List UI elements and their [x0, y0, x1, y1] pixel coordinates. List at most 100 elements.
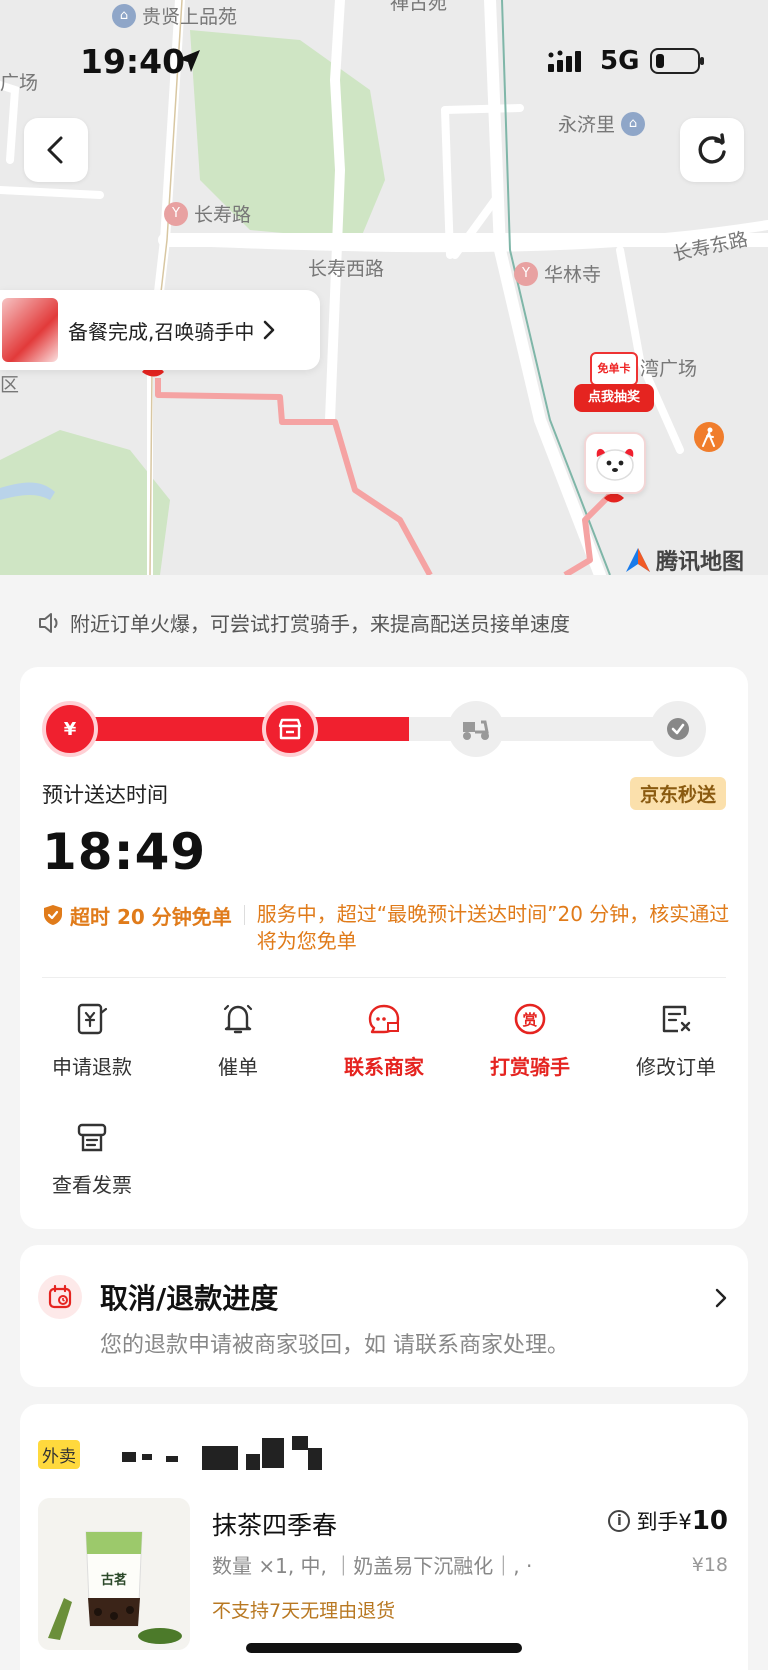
shop-icon: [278, 718, 302, 740]
speaker-icon: [39, 612, 58, 633]
battery-icon: [650, 48, 704, 74]
edit-order-icon: [662, 1005, 691, 1033]
edit-order-label: 修改订单: [636, 1055, 716, 1079]
map-poi-hualin[interactable]: Y 华林寺: [514, 260, 601, 287]
notice-text: 附近订单火爆，可尝试打赏骑手，来提高配送员接单速度: [70, 612, 570, 636]
urge-order-button[interactable]: 催单: [178, 1001, 298, 1080]
stage-paid: ¥: [42, 701, 98, 757]
delivery-progress-bar: ¥: [42, 701, 726, 757]
residence-icon: ⌂: [112, 3, 136, 28]
delivery-notice: 附近订单火爆，可尝试打赏骑手，来提高配送员接单速度: [36, 608, 570, 637]
urge-order-label: 催单: [218, 1055, 258, 1079]
original-price: ¥18: [691, 1554, 728, 1576]
product-final-price[interactable]: i 到手¥ 10: [608, 1506, 728, 1536]
price-value: 10: [691, 1506, 728, 1536]
refund-progress-card[interactable]: 取消/退款进度 您的退款申请被商家驳回，如 请联系商家处理。: [20, 1245, 748, 1387]
metro-icon: Y: [164, 201, 188, 226]
matcha-cup-image: 古茗: [38, 1498, 190, 1650]
contact-shop-icon: [368, 1004, 400, 1034]
bell-icon: [223, 1004, 253, 1034]
section-divider: [42, 977, 726, 978]
chevron-right-icon: [715, 1288, 727, 1308]
map-poi-label: 永济里: [558, 114, 616, 136]
map-label-changshou-west: 长寿西路: [308, 258, 385, 280]
map-poi-label: 贵贤上品苑: [142, 6, 238, 28]
shop-name-redacted[interactable]: [102, 1436, 342, 1476]
stage-delivered: [650, 701, 706, 757]
status-time: 19:40: [80, 42, 186, 81]
reward-rider-label: 打赏骑手: [490, 1055, 570, 1079]
shield-icon: [44, 905, 62, 925]
refund-title: 取消/退款进度: [100, 1282, 279, 1315]
map-provider-logo: 腾讯地图: [624, 544, 744, 575]
status-bar: 19:40 5G: [0, 36, 768, 88]
refresh-button[interactable]: [680, 118, 744, 182]
return-policy-note: 不支持7天无理由退货: [212, 1600, 396, 1622]
chevron-right-icon: [264, 320, 275, 340]
residence-icon: ⌂: [621, 111, 646, 136]
map-view[interactable]: ⌂ 贵贤上品苑 禅古苑 广场 永济里 ⌂ Y 长寿路 长寿东路 长寿西路 Y 华林寺 湾…: [0, 0, 768, 575]
cup-brand-text: 古茗: [101, 1572, 127, 1588]
stage-delivering: [448, 701, 504, 757]
view-invoice-label: 查看发票: [52, 1173, 132, 1197]
chevron-left-icon: [47, 136, 63, 164]
metro-icon: Y: [514, 261, 538, 286]
eta-label: 预计送达时间: [42, 783, 168, 807]
refund-description: 您的退款申请被商家驳回，如 请联系商家处理。: [100, 1333, 569, 1358]
svg-text:赏: 赏: [522, 1011, 537, 1029]
order-detail-card: 外卖 古茗 抹茶四季春 i 到手¥ 10 数量 ×1, 中, ｜奶盖易下沉融化｜…: [20, 1404, 748, 1670]
view-invoice-button[interactable]: 查看发票: [32, 1119, 152, 1198]
guarantee-description: 服务中，超过“最晚预计送达时间”20 分钟，核实通过将为您免单: [256, 902, 730, 953]
promo-free-card-label: 免单卡: [590, 352, 638, 386]
location-arrow-icon: [178, 50, 200, 72]
reward-icon: 赏: [514, 1003, 546, 1035]
map-poi-label: 华林寺: [544, 264, 602, 286]
product-name: 抹茶四季春: [212, 1511, 338, 1540]
rider-marker[interactable]: [584, 432, 646, 494]
network-type: 5G: [600, 46, 640, 76]
guarantee-divider: [243, 905, 245, 925]
delivery-type-tag: 外卖: [38, 1440, 80, 1469]
promo-lottery-label: 点我抽奖: [574, 384, 654, 412]
reward-rider-button[interactable]: 赏 打赏骑手: [470, 1001, 590, 1080]
progress-fill: [68, 717, 409, 741]
refund-icon: [77, 1003, 108, 1035]
stage-shop-preparing: [262, 701, 318, 757]
refund-calendar-icon: [38, 1275, 82, 1319]
scooter-icon: [463, 720, 489, 740]
info-icon[interactable]: i: [608, 1510, 631, 1532]
tencent-map-icon: [626, 548, 650, 572]
guarantee-title: 超时 20 分钟免单: [70, 905, 232, 929]
order-status-bubble[interactable]: 备餐完成,召唤骑手中: [0, 290, 320, 370]
contact-shop-button[interactable]: 联系商家: [324, 1001, 444, 1080]
price-label: 到手¥: [636, 1510, 692, 1534]
order-status-text: 备餐完成,召唤骑手中: [68, 319, 255, 344]
map-poi-changshou-road[interactable]: Y 长寿路: [164, 200, 251, 227]
map-label-qu: 区: [0, 374, 20, 396]
delivery-progress-card: ¥ 预计送达时间 京东秒送 18:49 超时 20 分钟免单 服务中，超过“最晚…: [20, 667, 748, 1229]
mascot-dog-icon: [596, 448, 634, 481]
map-provider-name: 腾讯地图: [656, 550, 745, 575]
home-indicator[interactable]: [246, 1643, 522, 1653]
service-badge: 京东秒送: [629, 777, 726, 810]
refresh-icon: [698, 133, 726, 164]
signal-icon: [548, 50, 581, 72]
map-label-top: 禅古苑: [390, 0, 448, 14]
map-poi-yongjili[interactable]: 永济里 ⌂: [558, 110, 651, 137]
map-poi-guixian[interactable]: ⌂ 贵贤上品苑: [112, 2, 237, 29]
lottery-promo[interactable]: 免单卡 点我抽奖: [574, 352, 654, 414]
map-poi-label: 长寿路: [194, 204, 252, 226]
invoice-icon: [77, 1123, 107, 1152]
back-button[interactable]: [24, 118, 88, 182]
overtime-guarantee[interactable]: 超时 20 分钟免单 服务中，超过“最晚预计送达时间”20 分钟，核实通过将为您…: [42, 901, 732, 955]
product-image[interactable]: 古茗: [38, 1498, 190, 1650]
walking-person-icon: [694, 422, 724, 452]
edit-order-button[interactable]: 修改订单: [616, 1001, 736, 1080]
eta-time: 18:49: [42, 823, 207, 881]
product-spec: 数量 ×1, 中, ｜奶盖易下沉融化｜, ·: [212, 1554, 533, 1578]
shop-thumbnail: [2, 298, 58, 362]
apply-refund-label: 申请退款: [52, 1055, 132, 1079]
apply-refund-button[interactable]: 申请退款: [32, 1001, 152, 1080]
check-shield-icon: [667, 718, 689, 740]
contact-shop-label: 联系商家: [344, 1055, 424, 1079]
